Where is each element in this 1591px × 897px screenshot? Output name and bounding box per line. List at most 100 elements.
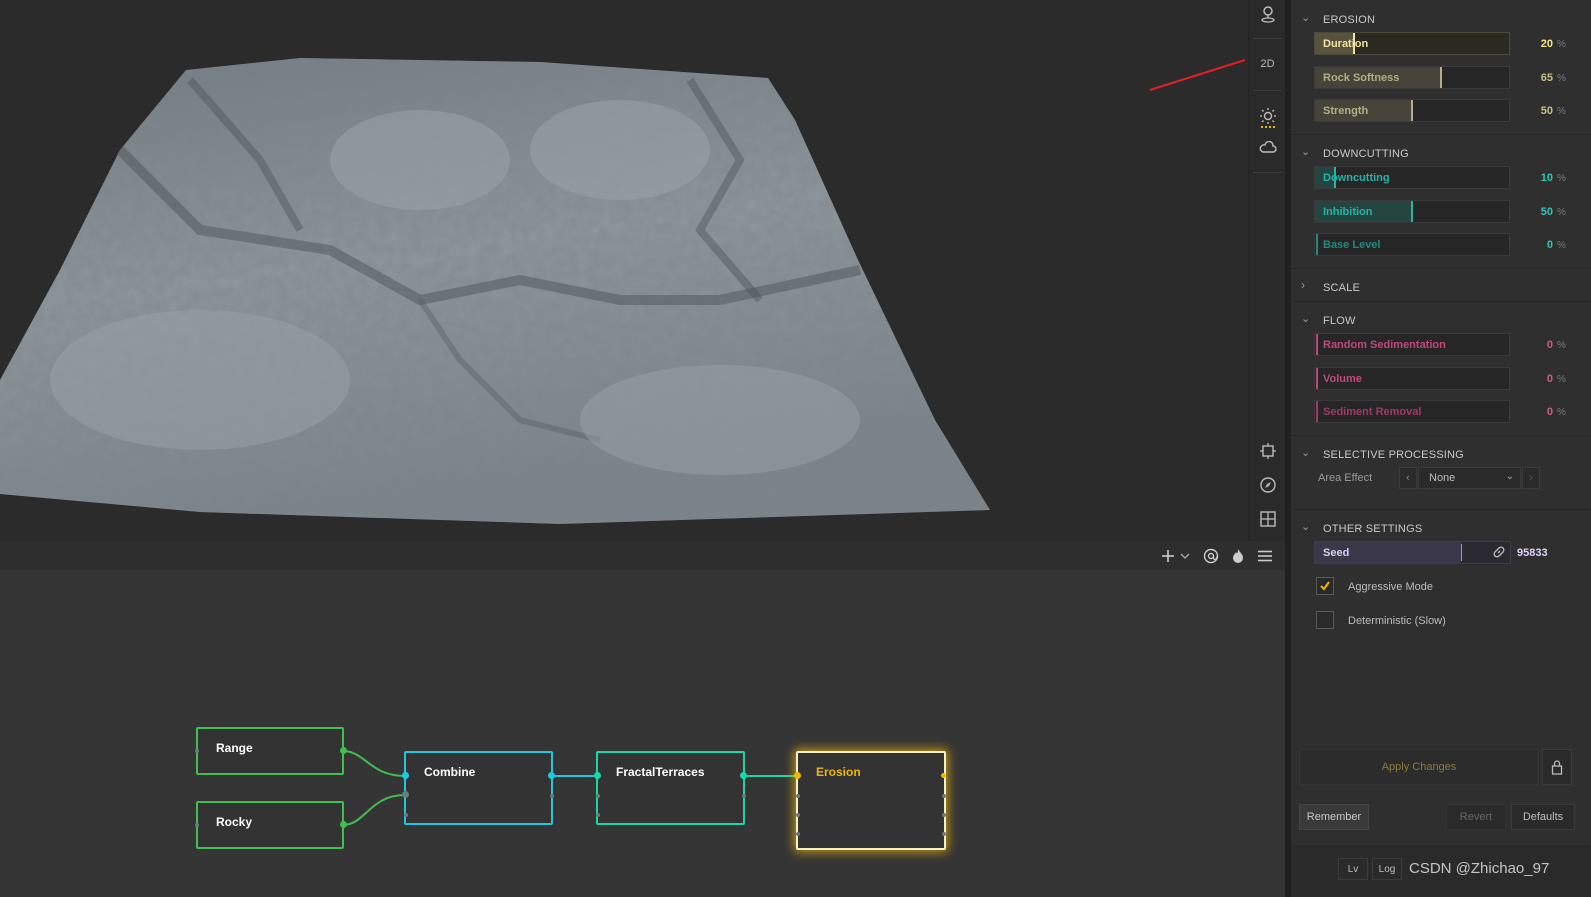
node-fractal-input-port[interactable] [594, 772, 601, 779]
node-graph[interactable]: Range Rocky Combine FractalTerraces Eros… [0, 570, 1285, 897]
section-selective-header[interactable]: ⌄ SELECTIVE PROCESSING [1291, 438, 1591, 468]
mode-2d-button[interactable]: 2D [1249, 50, 1286, 78]
percent-unit: % [1557, 374, 1566, 385]
section-flow-header[interactable]: ⌄ FLOW [1291, 304, 1591, 334]
node-combine-input-port-2[interactable] [402, 791, 409, 798]
node-combine[interactable]: Combine [404, 751, 553, 825]
inhibition-value[interactable]: 50 [1513, 206, 1553, 218]
chevron-down-icon: ⌄ [1301, 447, 1311, 459]
seed-field[interactable]: Seed [1314, 541, 1511, 564]
sediment-removal-slider[interactable]: Sediment Removal [1314, 400, 1510, 423]
node-fractal-input-port-2[interactable] [596, 794, 600, 798]
aggressive-mode-checkbox[interactable] [1316, 577, 1334, 595]
node-range-output-port[interactable] [340, 747, 347, 754]
base-level-value[interactable]: 0 [1513, 239, 1553, 251]
slider-label: Strength [1323, 105, 1369, 117]
node-rocky-input-port[interactable] [195, 823, 199, 827]
watermark-text: CSDN @Zhichao_97 [1409, 860, 1550, 877]
node-combine-input-port-3[interactable] [404, 813, 408, 817]
node-erosion-output-port[interactable] [941, 773, 946, 778]
slider-handle[interactable] [1411, 201, 1413, 222]
node-erosion-input-port-4[interactable] [796, 832, 800, 836]
compass-icon[interactable] [1249, 471, 1286, 499]
area-effect-prev-button[interactable]: ‹ [1399, 467, 1417, 489]
node-erosion-input-port-3[interactable] [796, 813, 800, 817]
node-rocky[interactable]: Rocky [196, 801, 344, 849]
revert-button[interactable]: Revert [1446, 804, 1506, 830]
node-fractalterraces[interactable]: FractalTerraces [596, 751, 745, 825]
slider-handle[interactable] [1316, 334, 1318, 355]
rock-softness-value[interactable]: 65 [1513, 72, 1553, 84]
link-icon[interactable] [1492, 545, 1506, 564]
strength-slider[interactable]: Strength [1314, 99, 1510, 122]
node-erosion[interactable]: Erosion [796, 751, 946, 850]
deterministic-label: Deterministic (Slow) [1348, 615, 1446, 627]
node-erosion-output-port-2[interactable] [942, 794, 946, 798]
node-range[interactable]: Range [196, 727, 344, 775]
cloud-icon[interactable] [1249, 134, 1286, 162]
footer-tab-lv[interactable]: Lv [1338, 858, 1368, 880]
grid-icon[interactable] [1249, 505, 1286, 533]
node-erosion-output-port-3[interactable] [942, 813, 946, 817]
base-level-slider[interactable]: Base Level [1314, 233, 1510, 256]
duration-value[interactable]: 20 [1513, 38, 1553, 50]
inhibition-slider[interactable]: Inhibition [1314, 200, 1510, 223]
chevron-down-icon: ⌄ [1505, 471, 1514, 482]
node-combine-output-port-2[interactable] [550, 794, 554, 798]
area-effect-select[interactable]: None ⌄ [1418, 467, 1521, 489]
section-scale-header[interactable]: › SCALE [1291, 271, 1591, 301]
slider-label: Sediment Removal [1323, 406, 1422, 418]
node-erosion-input-port[interactable] [794, 772, 801, 779]
sediment-removal-value[interactable]: 0 [1513, 406, 1553, 418]
lock-icon [1551, 760, 1563, 775]
lock-button[interactable] [1542, 749, 1572, 785]
volume-value[interactable]: 0 [1513, 373, 1553, 385]
frame-icon[interactable] [1249, 437, 1286, 465]
pin-icon[interactable] [1249, 0, 1286, 28]
section-other-header[interactable]: ⌄ OTHER SETTINGS [1291, 512, 1591, 542]
seed-value[interactable]: 95833 [1517, 547, 1548, 559]
menu-icon[interactable] [1254, 541, 1276, 570]
slider-handle[interactable] [1411, 100, 1413, 121]
slider-handle[interactable] [1316, 234, 1318, 255]
plus-icon[interactable] [1157, 541, 1179, 570]
random-sedimentation-slider[interactable]: Random Sedimentation [1314, 333, 1510, 356]
flame-icon[interactable] [1227, 541, 1249, 570]
slider-handle[interactable] [1316, 401, 1318, 422]
section-erosion-header[interactable]: ⌄ EROSION [1291, 3, 1591, 33]
node-combine-output-port[interactable] [548, 772, 555, 779]
duration-slider[interactable]: Duration [1314, 32, 1510, 55]
node-fractal-output-port-2[interactable] [742, 794, 746, 798]
random-sedimentation-value[interactable]: 0 [1513, 339, 1553, 351]
strength-value[interactable]: 50 [1513, 105, 1553, 117]
node-label: Erosion [816, 765, 861, 779]
node-fractal-output-port[interactable] [740, 772, 747, 779]
node-combine-input-port[interactable] [402, 772, 409, 779]
node-range-input-port[interactable] [195, 749, 199, 753]
node-erosion-output-port-4[interactable] [942, 832, 946, 836]
seed-label: Seed [1323, 547, 1350, 559]
downcutting-slider[interactable]: Downcutting [1314, 166, 1510, 189]
area-effect-next-button[interactable]: › [1522, 467, 1540, 489]
section-downcutting-header[interactable]: ⌄ DOWNCUTTING [1291, 137, 1591, 167]
apply-changes-button[interactable]: Apply Changes [1299, 749, 1539, 785]
section-title: DOWNCUTTING [1323, 148, 1409, 160]
deterministic-checkbox[interactable] [1316, 611, 1334, 629]
node-fractal-input-port-3[interactable] [596, 813, 600, 817]
3d-viewport[interactable] [0, 0, 1248, 541]
remember-button[interactable]: Remember [1299, 804, 1369, 830]
defaults-button[interactable]: Defaults [1511, 804, 1575, 830]
downcutting-value[interactable]: 10 [1513, 172, 1553, 184]
at-icon[interactable] [1200, 541, 1222, 570]
footer-tab-log[interactable]: Log [1372, 858, 1402, 880]
chevron-down-icon: ⌄ [1301, 313, 1311, 325]
node-erosion-input-port-2[interactable] [796, 794, 800, 798]
slider-handle[interactable] [1440, 67, 1442, 88]
chevron-down-icon[interactable] [1178, 541, 1192, 570]
rock-softness-slider[interactable]: Rock Softness [1314, 66, 1510, 89]
node-rocky-output-port[interactable] [340, 821, 347, 828]
seed-divider [1461, 544, 1462, 561]
percent-unit: % [1557, 207, 1566, 218]
slider-handle[interactable] [1316, 368, 1318, 389]
volume-slider[interactable]: Volume [1314, 367, 1510, 390]
